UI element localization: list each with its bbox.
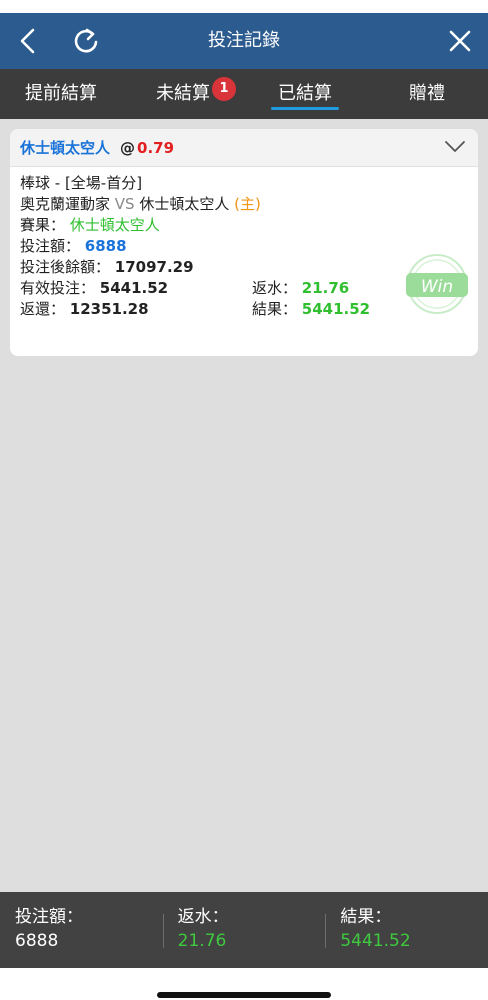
return-and-outcome: 返還： 12351.28 結果： 5441.52 <box>20 299 468 320</box>
rebate-label: 返水： <box>252 279 298 297</box>
tab-label: 提前結算 <box>25 83 97 104</box>
balance-label: 投注後餘額： <box>20 258 111 276</box>
tab-label-text: 未結算 <box>156 83 210 104</box>
result-label: 賽果： <box>20 216 66 234</box>
tab-unsettled[interactable]: 未結算 1 <box>122 69 244 119</box>
valid-bet-value: 5441.52 <box>99 279 169 297</box>
balance-value: 17097.29 <box>114 258 194 276</box>
tab-gifts[interactable]: 贈禮 <box>366 69 488 119</box>
footer-result-value: 5441.52 <box>340 931 411 951</box>
stake-label: 投注額： <box>20 237 81 255</box>
home-bar <box>0 968 488 1000</box>
return-value: 12351.28 <box>69 300 149 318</box>
unsettled-count-badge: 1 <box>212 77 236 101</box>
outcome-value: 5441.52 <box>301 300 371 318</box>
sport-market: 棒球 - [全場-首分] <box>20 174 143 192</box>
footer-rebate-label: 返水： <box>177 907 229 927</box>
return-label: 返還： <box>20 300 66 318</box>
footer-result-label: 結果： <box>340 907 392 927</box>
stake-value: 6888 <box>84 237 127 255</box>
match-result: 賽果： 休士頓太空人 <box>20 215 468 236</box>
back-button[interactable] <box>0 13 56 69</box>
top-header: 投注記錄 <box>0 13 488 69</box>
footer-stake-value: 6888 <box>15 931 59 951</box>
rebate: 返水： 21.76 <box>252 278 349 299</box>
matchup: 奧克蘭運動家 VS 休士頓太空人 (主) <box>20 194 468 215</box>
home-indicator[interactable] <box>157 992 331 998</box>
expand-toggle[interactable] <box>444 138 466 158</box>
footer-rebate-value: 21.76 <box>177 931 227 951</box>
tab-label: 未結算 1 <box>156 69 236 119</box>
bet-card-header[interactable]: 休士頓太空人 @ 0.79 <box>10 129 478 167</box>
bet-card: 休士頓太空人 @ 0.79 棒球 - [全場-首分] 奧克蘭運動家 VS 休士頓… <box>10 129 478 356</box>
home-team: 休士頓太空人 <box>139 195 230 213</box>
chevron-left-icon <box>20 28 35 54</box>
close-icon <box>449 30 471 52</box>
win-stamp: Win <box>406 254 468 314</box>
bet-odds: 0.79 <box>137 138 175 157</box>
refresh-icon <box>74 28 98 53</box>
footer-stake: 投注額： 6888 <box>0 892 163 968</box>
rebate-value: 21.76 <box>301 279 350 297</box>
bet-selection: 休士頓太空人 <box>20 139 111 157</box>
tab-early-settle[interactable]: 提前結算 <box>0 69 122 119</box>
footer-rebate: 返水： 21.76 <box>162 892 326 968</box>
stake: 投注額： 6888 <box>20 236 468 257</box>
footer-result: 結果： 5441.52 <box>325 892 488 968</box>
close-button[interactable] <box>432 13 488 69</box>
tab-settled[interactable]: 已結算 <box>244 69 366 119</box>
win-stamp-text: Win <box>421 277 453 297</box>
at-sign: @ <box>120 138 136 157</box>
tab-label: 已結算 <box>278 83 332 104</box>
tab-label: 贈禮 <box>409 83 445 104</box>
valid-and-rebate: 有效投注： 5441.52 返水： 21.76 <box>20 278 468 299</box>
active-tab-underline <box>271 107 339 110</box>
bet-list: 休士頓太空人 @ 0.79 棒球 - [全場-首分] 奧克蘭運動家 VS 休士頓… <box>0 119 488 892</box>
home-marker: (主) <box>234 195 261 213</box>
away-team: 奧克蘭運動家 <box>20 195 111 213</box>
summary-footer: 投注額： 6888 返水： 21.76 結果： 5441.52 <box>0 892 488 968</box>
footer-stake-label: 投注額： <box>15 907 83 927</box>
result-value: 休士頓太空人 <box>69 216 160 234</box>
balance-after: 投注後餘額： 17097.29 <box>20 257 468 278</box>
valid-bet-label: 有效投注： <box>20 279 96 297</box>
outcome-label: 結果： <box>252 300 298 318</box>
outcome: 結果： 5441.52 <box>252 299 370 320</box>
tab-bar: 提前結算 未結算 1 已結算 贈禮 <box>0 69 488 119</box>
refresh-button[interactable] <box>58 13 114 69</box>
vs-label: VS <box>114 195 135 213</box>
status-bar <box>0 0 488 13</box>
chevron-down-icon <box>445 141 465 152</box>
